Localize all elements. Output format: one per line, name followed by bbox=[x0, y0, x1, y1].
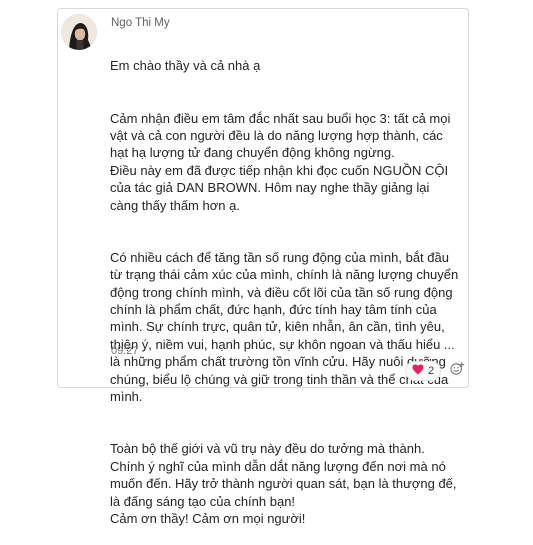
add-reaction-button[interactable] bbox=[447, 361, 467, 381]
message-paragraph: Em chào thầy và cả nhà ạ bbox=[110, 58, 261, 74]
reaction-count: 2 bbox=[428, 365, 435, 377]
message-paragraph: Có nhiều cách để tăng tần số rung động c… bbox=[110, 249, 459, 405]
author-name: Ngo Thi My bbox=[111, 17, 170, 29]
heart-icon bbox=[412, 364, 424, 378]
heart-reaction-button[interactable]: 2 bbox=[405, 361, 442, 381]
message-paragraph: Toàn bộ thế giới và vũ trụ này đều do tư… bbox=[110, 441, 457, 526]
message-paragraph: Cảm nhận điều em tâm đắc nhất sau buổi h… bbox=[110, 110, 451, 213]
message-body: Em chào thầy và cả nhà ạ Cảm nhận điều e… bbox=[110, 40, 460, 545]
message-time: 09:27 bbox=[111, 345, 139, 357]
add-reaction-icon bbox=[449, 361, 465, 382]
reactions-bar: 2 bbox=[405, 361, 467, 381]
avatar-photo-icon bbox=[61, 14, 97, 50]
avatar[interactable] bbox=[61, 14, 97, 50]
